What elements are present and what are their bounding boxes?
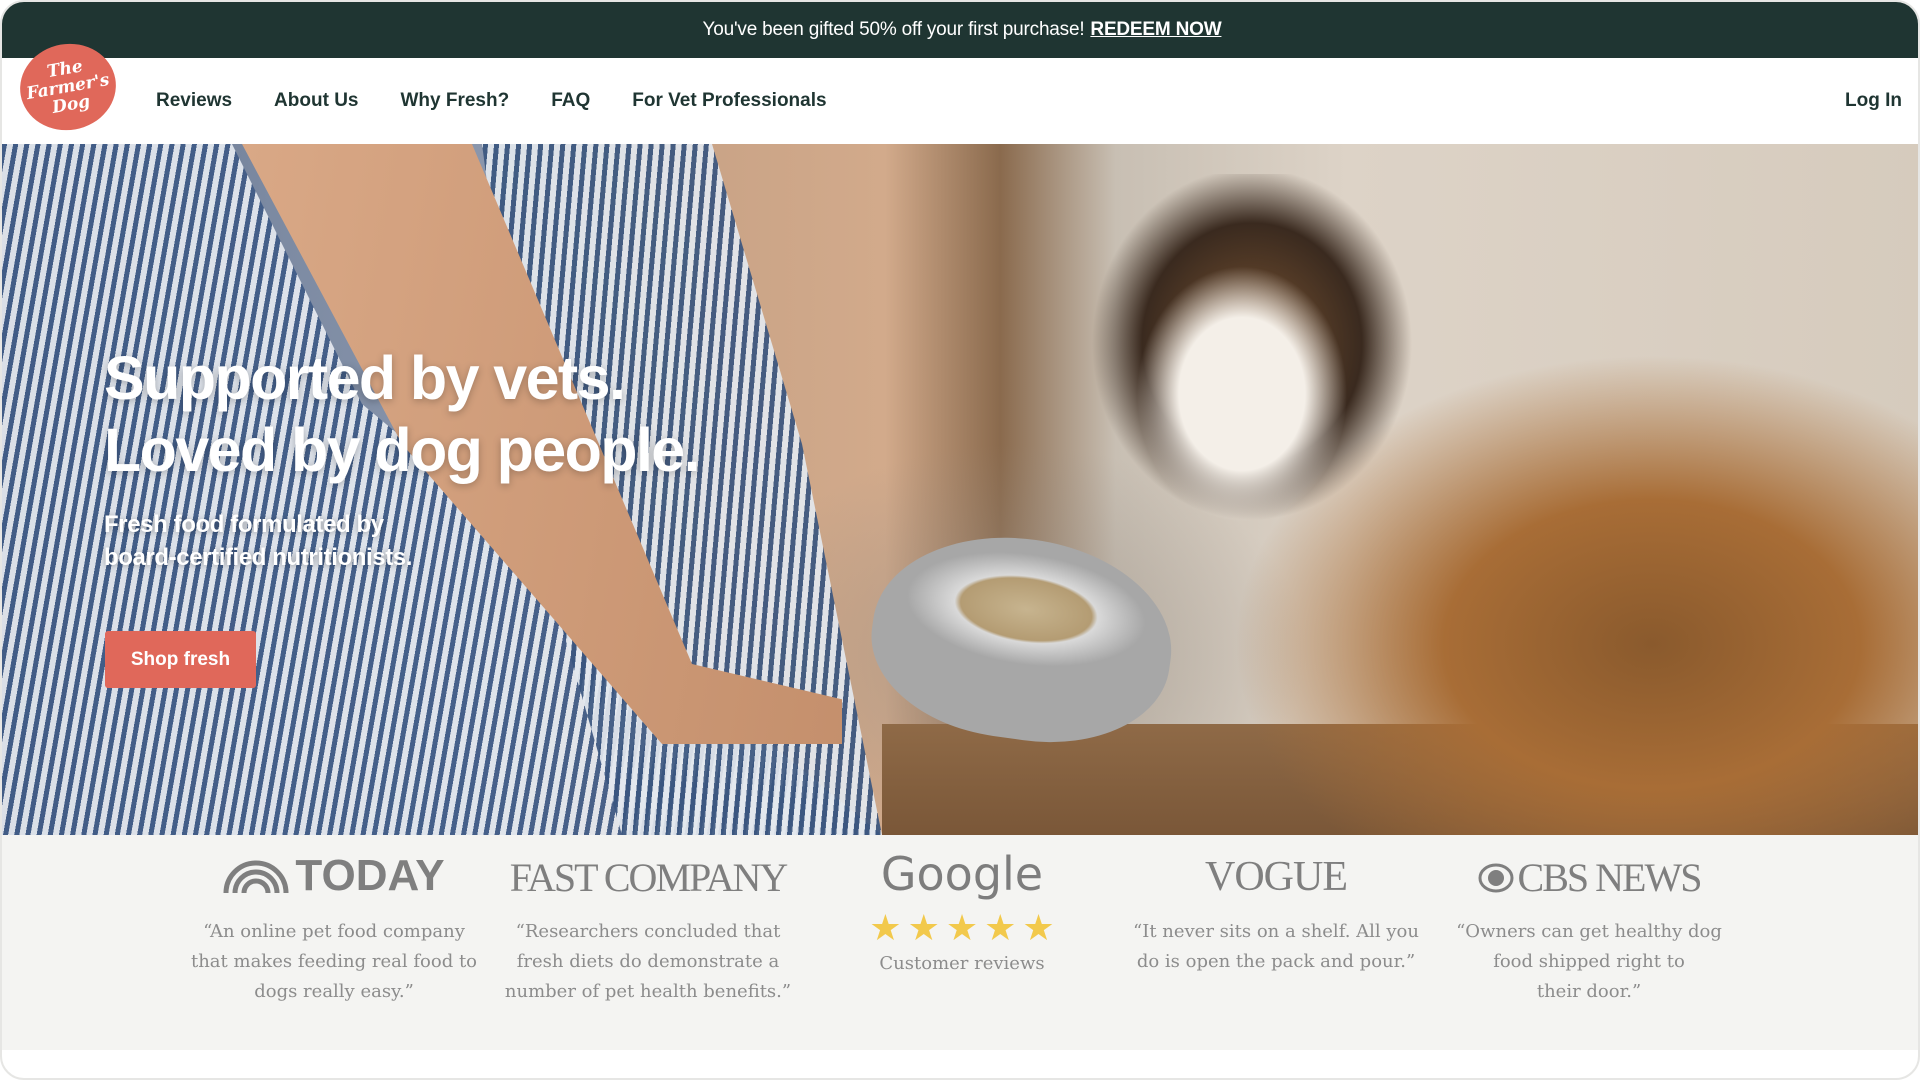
hero-title-line-2: Loved by dog people.: [104, 416, 701, 484]
shop-fresh-button[interactable]: Shop fresh: [105, 631, 256, 688]
today-logo-text: TODAY: [295, 851, 445, 900]
nav-link-faq[interactable]: FAQ: [551, 90, 590, 112]
cbs-eye-icon: [1478, 863, 1514, 892]
logo-line-3: Dog: [50, 91, 92, 118]
google-rating-stars: ★ ★ ★ ★ ★: [812, 909, 1112, 947]
vogue-quote-line-2: do is open the pack and pour.”: [1136, 951, 1416, 972]
today-quote-line-1: “An online pet food company: [203, 921, 465, 942]
login-link[interactable]: Log In: [1845, 58, 1902, 144]
press-item-vogue: VOGUE “It never sits on a shelf. All you…: [1126, 835, 1426, 977]
cbs-news-quote-line-2: food shipped right to: [1493, 951, 1685, 972]
nav-link-reviews[interactable]: Reviews: [156, 90, 232, 112]
press-item-today: TODAY “An online pet food company that m…: [184, 835, 484, 1007]
fast-company-quote: “Researchers concluded that fresh diets …: [498, 917, 798, 1007]
hero-title: Supported by vets. Loved by dog people.: [104, 342, 701, 486]
page-frame: You've been gifted 50% off your first pu…: [0, 0, 1920, 1080]
fast-company-quote-line-1: “Researchers concluded that: [515, 921, 781, 942]
hero-subtitle-line-2: board-certified nutritionists.: [104, 544, 413, 571]
star-icon: ★: [945, 907, 979, 948]
today-quote: “An online pet food company that makes f…: [184, 917, 484, 1007]
star-icon: ★: [984, 907, 1017, 948]
today-rainbow-icon: [223, 860, 289, 893]
today-quote-line-3: dogs really easy.”: [254, 981, 414, 1002]
fast-company-quote-line-3: number of pet health benefits.”: [504, 981, 792, 1002]
hero-subtitle: Fresh food formulated by board-certified…: [104, 508, 412, 574]
fast-company-logo: FAST COMPANY: [498, 835, 798, 905]
today-quote-line-2: that makes feeding real food to: [190, 951, 478, 972]
today-logo: TODAY: [184, 835, 484, 905]
cbs-news-logo: CBS NEWS: [1439, 835, 1739, 905]
hero-section: [2, 144, 1918, 835]
nav-link-about-us[interactable]: About Us: [274, 90, 358, 112]
star-icon: ★: [1022, 907, 1055, 948]
top-nav: Reviews About Us Why Fresh? FAQ For Vet …: [2, 58, 1918, 144]
cbs-news-quote-line-1: “Owners can get healthy dog: [1456, 921, 1722, 942]
star-icon: ★: [869, 907, 902, 948]
vogue-logo: VOGUE: [1126, 835, 1426, 905]
cbs-news-quote-line-3: their door.”: [1536, 981, 1642, 1002]
press-item-cbs-news: CBS NEWS “Owners can get healthy dog foo…: [1439, 835, 1739, 1007]
hero-title-line-1: Supported by vets.: [104, 344, 626, 412]
promo-text: You've been gifted 50% off your first pu…: [702, 19, 1085, 40]
vogue-quote: “It never sits on a shelf. All you do is…: [1126, 917, 1426, 977]
promo-banner: You've been gifted 50% off your first pu…: [2, 2, 1918, 58]
google-logo: Google: [812, 835, 1112, 905]
customer-reviews-label: Customer reviews: [879, 953, 1045, 974]
fast-company-logo-text: FAST COMPANY: [509, 855, 788, 900]
press-item-fast-company: FAST COMPANY “Researchers concluded that…: [498, 835, 798, 1007]
press-item-google: Google ★ ★ ★ ★ ★ Customer reviews: [812, 835, 1112, 974]
nav-link-vet-professionals[interactable]: For Vet Professionals: [632, 90, 826, 112]
redeem-now-link[interactable]: REDEEM NOW: [1090, 19, 1221, 41]
hero-dog-image: [1092, 174, 1918, 835]
vogue-quote-line-1: “It never sits on a shelf. All you: [1133, 921, 1419, 942]
google-logo-text: Google: [880, 847, 1044, 901]
nav-links: Reviews About Us Why Fresh? FAQ For Vet …: [156, 58, 869, 144]
vogue-logo-text: VOGUE: [1205, 854, 1348, 900]
hero-subtitle-line-1: Fresh food formulated by: [104, 511, 384, 538]
star-icon: ★: [907, 907, 940, 948]
cbs-news-quote: “Owners can get healthy dog food shipped…: [1439, 917, 1739, 1007]
nav-link-why-fresh[interactable]: Why Fresh?: [400, 90, 509, 112]
fast-company-quote-line-2: fresh diets do demonstrate a: [516, 951, 780, 972]
cbs-news-logo-text: CBS NEWS: [1517, 855, 1703, 900]
press-strip: TODAY “An online pet food company that m…: [2, 835, 1918, 1050]
